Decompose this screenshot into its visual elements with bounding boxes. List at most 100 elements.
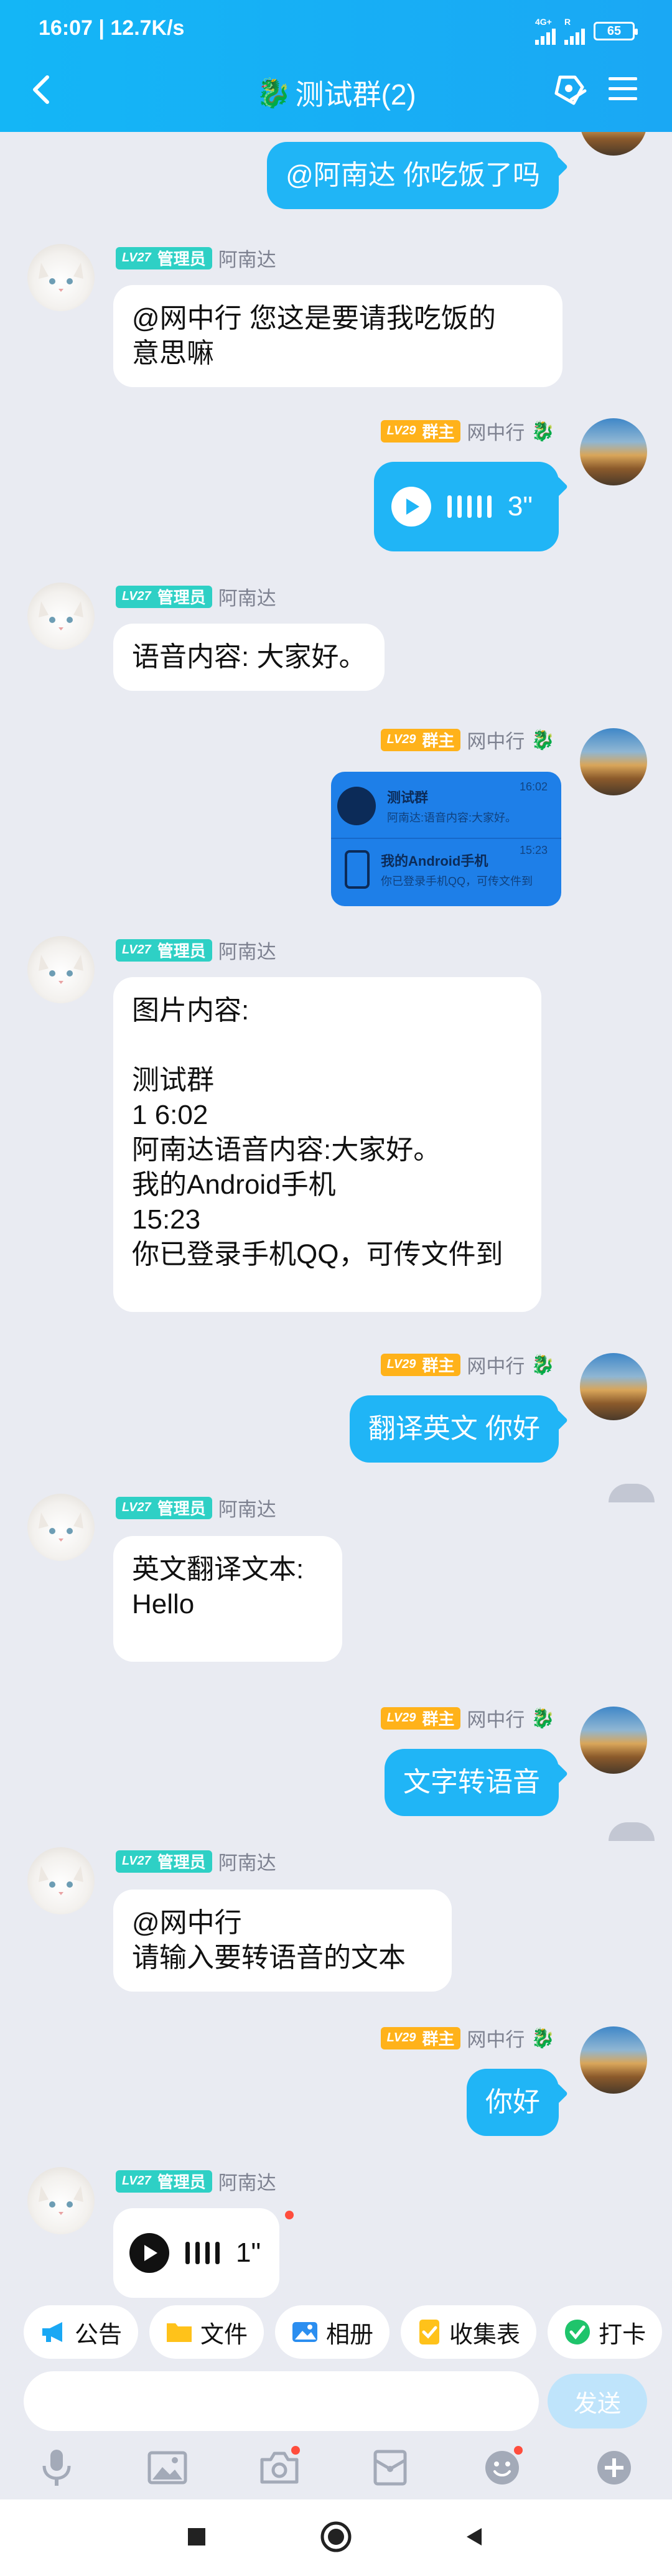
photo-album-icon xyxy=(292,2322,318,2342)
play-icon xyxy=(144,2245,157,2261)
level-badge-owner: LV29 群主 xyxy=(380,728,461,751)
message-text: 英文翻译文本: Hello xyxy=(132,1554,304,1619)
sender-name[interactable]: 网中行 xyxy=(467,1704,525,1732)
avatar-admin[interactable] xyxy=(27,244,95,311)
avatar-admin[interactable] xyxy=(27,583,95,650)
waveform-icon xyxy=(185,2242,220,2264)
red-packet-button[interactable] xyxy=(368,2446,412,2489)
level-badge-admin: LV27 管理员 xyxy=(116,1850,212,1873)
message-bubble-left[interactable]: @网中行 您这是要请我吃饭的 意思嘛 xyxy=(113,285,562,387)
sender-name[interactable]: 阿南达 xyxy=(218,936,276,964)
message-text: @网中行 您这是要请我吃饭的 意思嘛 xyxy=(132,303,496,368)
group-emoji: 🐉 xyxy=(256,76,292,109)
message-bubble-left[interactable]: 英文翻译文本: Hello xyxy=(113,1536,342,1662)
play-button[interactable] xyxy=(129,2233,169,2273)
cat-avatar-icon xyxy=(39,263,83,292)
triangle-back-icon xyxy=(467,2528,482,2546)
cat-avatar-icon xyxy=(39,601,83,630)
message-bubble-right[interactable]: 翻译英文 你好 xyxy=(349,1395,559,1463)
sender-info: LV29 群主 网中行 🐉 xyxy=(380,1704,555,1732)
avatar-owner[interactable] xyxy=(580,2026,647,2094)
files-button[interactable]: 文件 xyxy=(149,2305,264,2359)
member-badge: 🐉 xyxy=(531,1354,555,1375)
top-bar: 16:07 | 12.7K/s 4G+ R 65 🐉 测试群(2) xyxy=(0,0,672,132)
album-button[interactable]: 相册 xyxy=(275,2305,390,2359)
image-icon xyxy=(147,2451,187,2485)
level-badge-owner: LV29 群主 xyxy=(380,1707,461,1730)
scroll-indicator[interactable] xyxy=(609,1484,655,1502)
message-bubble-right[interactable]: 你好 xyxy=(467,2069,559,2136)
sender-name[interactable]: 网中行 xyxy=(467,726,525,754)
image-text: 阿南达:语音内容:大家好。 xyxy=(387,812,517,824)
avatar-admin[interactable] xyxy=(27,1494,95,1561)
message-bubble-left[interactable]: 语音内容: 大家好。 xyxy=(113,624,385,691)
avatar-owner[interactable] xyxy=(580,1353,647,1420)
sender-info: LV29 群主 网中行 🐉 xyxy=(380,2024,555,2052)
sender-info: LV27 管理员 阿南达 xyxy=(116,1847,276,1875)
recent-apps-button[interactable] xyxy=(177,2517,217,2557)
status-icons: 4G+ R 65 xyxy=(535,17,638,45)
avatar-owner[interactable] xyxy=(580,1707,647,1774)
more-tools-button[interactable] xyxy=(592,2446,636,2489)
cat-avatar-icon xyxy=(39,2186,83,2215)
message-text: 翻译英文 你好 xyxy=(368,1413,540,1444)
sender-name[interactable]: 阿南达 xyxy=(218,1847,276,1875)
announcement-button[interactable]: 公告 xyxy=(24,2305,139,2359)
send-button[interactable]: 发送 xyxy=(548,2374,647,2428)
voice-input-button[interactable] xyxy=(35,2446,78,2489)
image-text: 16:02 xyxy=(519,780,548,793)
avatar-admin[interactable] xyxy=(27,1847,95,1914)
avatar-admin[interactable] xyxy=(27,936,95,1003)
message-input[interactable] xyxy=(24,2371,539,2431)
sender-info: LV29 群主 网中行 🐉 xyxy=(380,417,555,445)
album-label: 相册 xyxy=(326,2321,374,2348)
sender-name[interactable]: 网中行 xyxy=(467,417,525,445)
image-row-phone: 我的Android手机 你已登录手机QQ，可传文件到 15:23 xyxy=(331,841,561,897)
emoji-icon xyxy=(485,2451,519,2485)
network-type-2: R xyxy=(564,17,571,27)
sender-name[interactable]: 阿南达 xyxy=(218,1494,276,1522)
graduation-cap-icon xyxy=(337,787,376,825)
chat-list[interactable]: @阿南达 你吃饭了吗 LV27 管理员 阿南达 @网中行 您这是要请我吃饭的 意思… xyxy=(0,132,672,2298)
collection-form-label: 收集表 xyxy=(449,2321,521,2348)
sender-name[interactable]: 网中行 xyxy=(467,2024,525,2052)
files-label: 文件 xyxy=(200,2321,248,2348)
member-badge: 🐉 xyxy=(531,2027,555,2049)
message-bubble-right[interactable]: 文字转语音 xyxy=(385,1749,559,1816)
plus-icon xyxy=(597,2451,631,2485)
message-text: 文字转语音 xyxy=(403,1767,540,1797)
avatar-owner[interactable] xyxy=(580,728,647,795)
avatar-admin[interactable] xyxy=(27,2167,95,2234)
message-bubble-right[interactable]: @阿南达 你吃饭了吗 xyxy=(267,142,559,209)
sender-name[interactable]: 阿南达 xyxy=(218,2167,276,2195)
avatar-owner[interactable] xyxy=(580,418,647,485)
unread-dot xyxy=(285,2211,294,2219)
home-button[interactable] xyxy=(316,2517,356,2557)
scroll-indicator[interactable] xyxy=(609,1822,655,1841)
image-row-group: 测试群 阿南达:语音内容:大家好。 16:02 xyxy=(331,778,561,834)
back-nav-button[interactable] xyxy=(454,2517,494,2557)
avatar-owner[interactable] xyxy=(580,132,647,156)
check-in-button[interactable]: 打卡 xyxy=(548,2305,663,2359)
gallery-button[interactable] xyxy=(146,2446,189,2489)
play-button[interactable] xyxy=(391,487,431,527)
toolbar xyxy=(0,2437,672,2499)
sender-name[interactable]: 阿南达 xyxy=(218,244,276,272)
more-menu-button[interactable] xyxy=(606,72,640,106)
voice-message[interactable]: 1" xyxy=(113,2208,280,2298)
camera-icon xyxy=(260,2452,299,2484)
waveform-icon xyxy=(447,495,492,518)
signal-icon xyxy=(535,26,556,45)
collection-form-button[interactable]: 收集表 xyxy=(401,2305,537,2359)
group-settings-button[interactable] xyxy=(548,68,591,112)
sender-name[interactable]: 网中行 xyxy=(467,1351,525,1379)
voice-duration: 1" xyxy=(236,2237,261,2268)
check-in-label: 打卡 xyxy=(599,2321,646,2348)
sender-name[interactable]: 阿南达 xyxy=(218,583,276,611)
message-bubble-left[interactable]: @网中行 请输入要转语音的文本 xyxy=(113,1890,452,1992)
camera-button[interactable] xyxy=(258,2446,301,2489)
image-message[interactable]: 测试群 阿南达:语音内容:大家好。 16:02 我的Android手机 你已登录手机… xyxy=(331,772,561,906)
emoji-button[interactable] xyxy=(480,2446,524,2489)
message-bubble-left[interactable]: 图片内容: 测试群 1 6:02 阿南达语音内容:大家好。 我的Android手… xyxy=(113,977,541,1312)
voice-message[interactable]: 3" xyxy=(373,462,559,551)
